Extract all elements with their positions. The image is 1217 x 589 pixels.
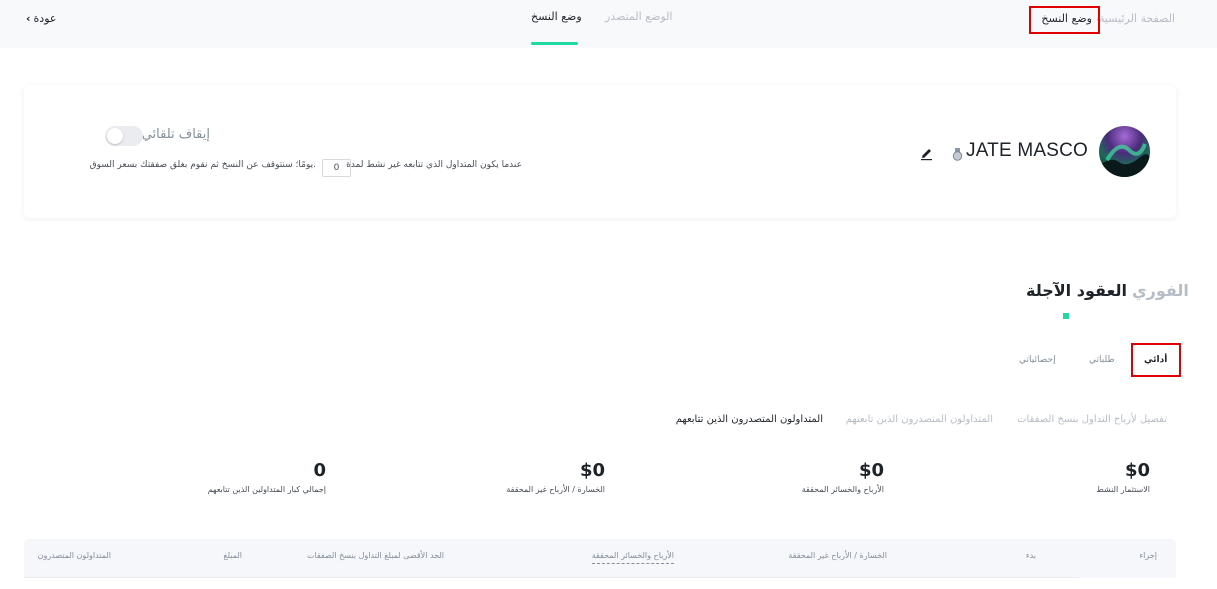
sub-tab-highlight-box	[1131, 343, 1181, 377]
tab-my-orders[interactable]: طلباتي	[1089, 355, 1115, 365]
column-header-action: إجراء	[1139, 551, 1157, 560]
trader-name: JATE MASCO	[966, 140, 1088, 161]
stat-active-investment-value: $0	[1124, 460, 1150, 481]
auto-stop-label: إيقاف تلقائي	[141, 127, 210, 142]
tab-copy-mode[interactable]: وضع النسخ	[531, 10, 582, 23]
column-header-start: بدء	[1025, 551, 1036, 560]
avatar	[1099, 126, 1150, 177]
stat-unrealized-pnl-value: $0	[579, 460, 605, 481]
chevron-left-icon: ‹	[26, 12, 31, 25]
auto-stop-toggle[interactable]	[105, 126, 143, 146]
stat-realized-pnl-label: الأرباح والخسائر المحققة	[801, 485, 884, 494]
back-label: عودة	[33, 12, 57, 25]
active-tab-indicator	[531, 42, 578, 45]
tab-current-followed-traders[interactable]: المتداولون المتصدرون الذين تتابعهم	[676, 414, 823, 425]
tab-spot[interactable]: الفوري	[1132, 281, 1189, 300]
tab-lead-mode[interactable]: الوضع المتصدر	[605, 10, 673, 23]
stat-total-followed-label: إجمالي كبار المتداولين الذين تتابعهم	[207, 485, 326, 494]
table-divider	[24, 577, 1079, 578]
stat-active-investment-label: الاستثمار النشط	[1096, 485, 1150, 494]
column-header-max-copy-amount: الحد الأقصى لمبلغ التداول بنسخ الصفقات	[306, 551, 444, 560]
inactive-days-input[interactable]: 0	[322, 159, 351, 177]
stat-total-followed-value: 0	[313, 460, 326, 481]
column-header-realized-pnl[interactable]: الأرباح والخسائر المحققة	[591, 551, 674, 564]
edit-icon[interactable]	[920, 146, 934, 161]
column-header-amount: المبلغ	[223, 551, 242, 560]
tab-previously-followed-traders[interactable]: المتداولون المتصدرون الذين تابعتهم	[846, 414, 993, 425]
auto-stop-description-start: عندما يكون المتداول الذي تتابعه غير نشط …	[346, 160, 522, 170]
tab-futures[interactable]: العقود الآجلة	[1026, 281, 1127, 300]
back-button[interactable]: ‹ عودة	[26, 12, 56, 25]
medal-icon	[951, 146, 964, 161]
tab-my-statistics[interactable]: إحصائياتي	[1019, 355, 1056, 365]
column-header-lead-traders: المتداولون المتصدرون	[37, 551, 111, 560]
breadcrumb-home[interactable]: الصفحة الرئيسية	[1099, 12, 1175, 25]
auto-stop-description-end: يومًا؛ سنتوقف عن النسخ ثم نقوم بغلق صفقت…	[89, 160, 316, 170]
tab-copy-profit-details[interactable]: تفصيل لأرباح التداول بنسخ الصفقات	[1017, 414, 1167, 425]
stat-unrealized-pnl-label: الخسارة / الأرباح غير المحققة	[506, 485, 605, 494]
breadcrumb-highlight-box	[1029, 6, 1100, 34]
stat-realized-pnl-value: $0	[858, 460, 884, 481]
active-market-indicator	[1063, 313, 1069, 319]
column-header-unrealized-pnl: الخسارة / الأرباح غير المحققة	[788, 551, 887, 560]
